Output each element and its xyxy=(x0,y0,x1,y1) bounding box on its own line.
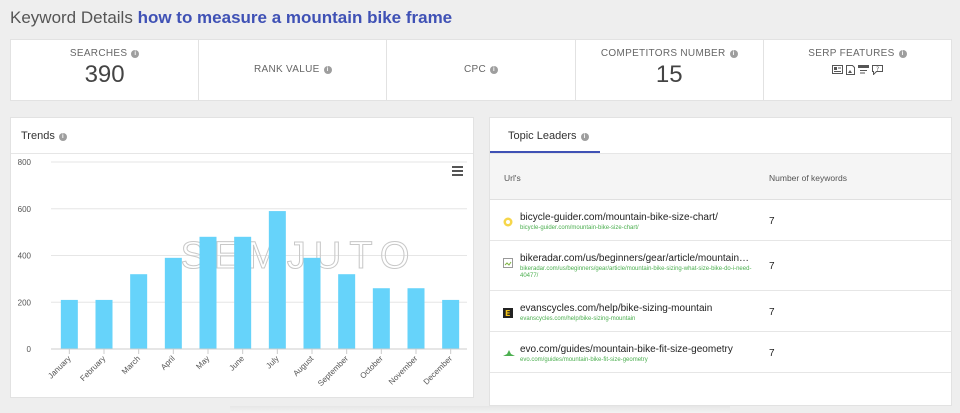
table-header: Url's Number of keywords xyxy=(490,154,951,200)
trends-title: Trends xyxy=(21,130,55,142)
bar xyxy=(60,299,78,349)
people-also-ask-icon[interactable]: ? xyxy=(871,65,883,75)
table-row: bicycle-guider.com/mountain-bike-size-ch… xyxy=(490,201,951,241)
stat-competitors-label: COMPETITORS NUMBER xyxy=(600,48,726,59)
keyword-title: how to measure a mountain bike frame xyxy=(137,8,453,27)
svg-text:?: ? xyxy=(876,66,879,73)
tab-topic-leaders[interactable]: Topic Leaders i xyxy=(490,118,600,153)
row-keyword-count: 7 xyxy=(769,216,775,227)
evo-favicon xyxy=(503,346,515,356)
info-icon[interactable]: i xyxy=(323,66,332,74)
trends-header: Trends i xyxy=(11,118,473,154)
x-tick-label: February xyxy=(78,354,107,383)
y-tick-label: 200 xyxy=(18,298,32,307)
stat-competitors: COMPETITORS NUMBER i 15 xyxy=(576,40,764,100)
info-icon[interactable]: i xyxy=(898,50,907,58)
stat-serp-label: SERP FEATURES xyxy=(808,48,895,59)
x-tick-label: May xyxy=(194,354,211,371)
trends-chart: 0200400600800SEMJUTOJanuary February March… xyxy=(18,158,467,388)
stat-rank-value: RANK VALUE i xyxy=(199,40,388,100)
bar xyxy=(234,236,252,349)
bar xyxy=(372,288,390,349)
x-tick-label: April xyxy=(159,354,177,372)
bar xyxy=(199,236,217,349)
info-icon[interactable]: i xyxy=(580,133,589,141)
y-tick-label: 400 xyxy=(18,252,32,261)
x-tick-label: September xyxy=(316,354,350,388)
x-tick-label: June xyxy=(227,354,246,373)
page-title-prefix: Keyword Details xyxy=(10,8,133,27)
trends-card: Trends i 0 200 400 600 800 SEMJUTO January Febru… xyxy=(10,117,474,398)
page-title: Keyword Details how to measure a mountai… xyxy=(10,8,452,28)
x-tick-label: October xyxy=(358,354,385,381)
row-keyword-count: 7 xyxy=(769,261,775,272)
y-tick-label: 800 xyxy=(18,158,32,167)
tab-topic-leaders-label: Topic Leaders xyxy=(508,130,577,142)
bicycle-guider-favicon xyxy=(503,214,513,227)
row-keyword-count: 7 xyxy=(769,348,775,359)
x-tick-label: December xyxy=(422,354,455,387)
column-header-keywords[interactable]: Number of keywords xyxy=(769,173,847,183)
featured-snippet-icon[interactable] xyxy=(831,65,843,75)
table-row: bikeradar.com/us/beginners/gear/article/… xyxy=(490,242,951,291)
y-tick-label: 600 xyxy=(18,205,32,214)
bar xyxy=(303,257,321,349)
bar xyxy=(442,299,460,349)
y-tick-label: 0 xyxy=(27,345,32,354)
info-icon[interactable]: i xyxy=(729,50,738,58)
x-tick-label: March xyxy=(120,354,142,376)
row-keyword-count: 7 xyxy=(769,307,775,318)
table-row: E evanscycles.com/help/bike-sizing-mount… xyxy=(490,292,951,332)
row-url-link[interactable]: evanscycles.com/help/bike-sizing-mountai… xyxy=(520,303,750,314)
stats-bar: SEARCHES i 390 RANK VALUE i CPC i COMPETITO… xyxy=(10,39,952,101)
bar xyxy=(164,257,182,349)
row-url-subtext[interactable]: bikeradar.com/us/beginners/gear/article/… xyxy=(520,266,752,280)
row-url-subtext[interactable]: evanscycles.com/help/bike-sizing-mountai… xyxy=(520,316,752,323)
bottom-divider xyxy=(230,406,730,413)
broken-image-icon xyxy=(503,255,513,268)
info-icon[interactable]: i xyxy=(131,50,140,58)
bar xyxy=(338,274,356,349)
topic-leaders-card: Topic Leaders i Url's Number of keywords … xyxy=(489,117,952,406)
evanscycles-favicon: E xyxy=(503,305,513,318)
x-tick-label: January xyxy=(46,354,72,380)
stat-cpc: CPC i xyxy=(387,40,576,100)
info-icon[interactable]: i xyxy=(58,133,67,141)
bar xyxy=(95,299,113,349)
image-pack-icon[interactable] xyxy=(845,65,855,75)
row-url-link[interactable]: evo.com/guides/mountain-bike-fit-size-ge… xyxy=(520,344,750,355)
x-tick-label: August xyxy=(291,354,316,379)
row-url-link[interactable]: bicycle-guider.com/mountain-bike-size-ch… xyxy=(520,212,750,223)
stat-searches-label: SEARCHES xyxy=(69,48,128,59)
row-url-link[interactable]: bikeradar.com/us/beginners/gear/article/… xyxy=(520,253,750,264)
svg-text:E: E xyxy=(505,309,510,318)
row-url-subtext[interactable]: evo.com/guides/mountain-bike-fit-size-ge… xyxy=(520,357,752,364)
bar xyxy=(268,211,286,349)
column-header-url[interactable]: Url's xyxy=(504,173,521,183)
stat-cpc-label: CPC xyxy=(464,64,487,75)
stat-searches: SEARCHES i 390 xyxy=(11,40,200,100)
sitelinks-icon[interactable] xyxy=(857,65,869,75)
stat-searches-value: 390 xyxy=(84,61,125,88)
x-tick-label: July xyxy=(264,354,280,370)
info-icon[interactable]: i xyxy=(490,66,499,74)
x-tick-label: November xyxy=(387,354,420,387)
stat-competitors-value: 15 xyxy=(655,61,683,88)
stat-serp-features: SERP FEATURES i ? xyxy=(764,40,951,100)
bar xyxy=(130,274,148,349)
row-url-subtext[interactable]: bicycle-guider.com/mountain-bike-size-ch… xyxy=(520,225,752,232)
table-row: evo.com/guides/mountain-bike-fit-size-ge… xyxy=(490,333,951,373)
bar xyxy=(407,288,425,349)
stat-rank-value-label: RANK VALUE xyxy=(253,64,320,75)
